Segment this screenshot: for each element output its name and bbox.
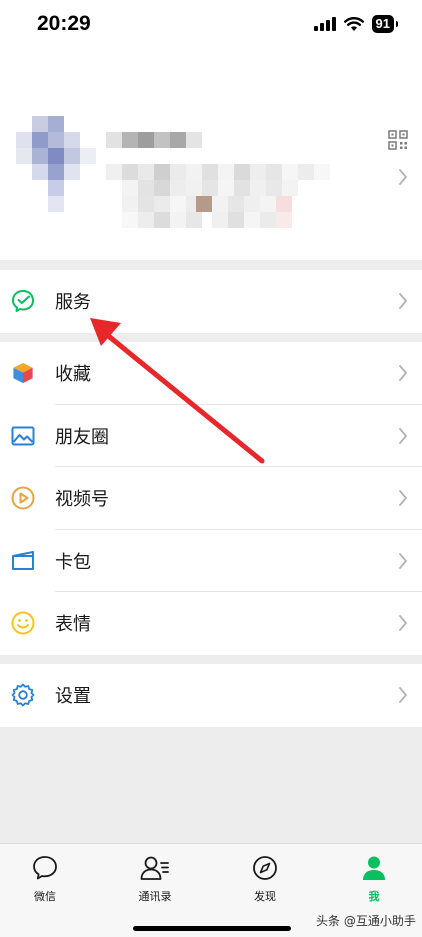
chat-bubble-icon — [0, 852, 95, 884]
tab-contacts[interactable]: 通讯录 — [105, 852, 205, 904]
tab-label: 发现 — [254, 890, 276, 903]
tab-label: 微信 — [34, 890, 56, 903]
tab-chats[interactable]: 微信 — [0, 852, 95, 904]
menu-item-label: 表情 — [55, 614, 91, 636]
wifi-icon — [343, 16, 364, 31]
chevron-right-icon — [399, 365, 407, 382]
chevron-right-icon — [399, 169, 407, 185]
card-wallet-icon — [10, 548, 36, 574]
chevron-right-icon — [399, 687, 407, 704]
favorites-cube-icon — [10, 360, 36, 386]
tab-label: 通讯录 — [138, 890, 172, 903]
menu-item-label: 服务 — [55, 292, 91, 314]
watermark: 头条 @互通小助手 — [316, 914, 416, 928]
chevron-right-icon — [399, 490, 407, 507]
menu-item-label: 朋友圈 — [55, 426, 109, 448]
person-icon — [324, 852, 422, 884]
compass-icon — [215, 852, 315, 884]
channels-play-icon — [10, 485, 36, 511]
tab-label: 我 — [368, 890, 380, 903]
sticker-smile-icon — [10, 610, 36, 636]
home-indicator — [133, 926, 291, 931]
profile-header[interactable] — [0, 52, 422, 260]
battery-indicator: 91 — [371, 15, 399, 33]
menu-item-label: 设置 — [55, 686, 91, 708]
chevron-right-icon — [399, 293, 407, 310]
menu-item-channels[interactable]: 视频号 — [0, 467, 422, 530]
status-time: 20:29 — [37, 12, 91, 35]
menu-item-card-wallet[interactable]: 卡包 — [0, 530, 422, 592]
chevron-right-icon — [399, 427, 407, 444]
tab-me[interactable]: 我 — [324, 852, 422, 904]
menu-item-stickers[interactable]: 表情 — [0, 592, 422, 655]
menu-item-label: 视频号 — [55, 489, 109, 511]
tab-discover[interactable]: 发现 — [215, 852, 315, 904]
menu-item-label: 卡包 — [55, 551, 91, 573]
status-bar: 20:29 91 — [0, 0, 422, 52]
menu-item-favorites[interactable]: 收藏 — [0, 342, 422, 405]
menu-item-services[interactable]: 服务 — [0, 270, 422, 333]
chevron-right-icon — [399, 615, 407, 632]
menu-item-settings[interactable]: 设置 — [0, 664, 422, 727]
cellular-signal-icon — [313, 17, 336, 31]
settings-gear-icon — [10, 682, 36, 708]
service-check-icon — [10, 288, 36, 314]
menu-group-services: 服务 — [0, 270, 422, 333]
contacts-icon — [105, 852, 205, 884]
menu-item-label: 收藏 — [55, 364, 91, 386]
status-icons: 91 — [313, 15, 399, 33]
menu-group-main: 收藏 朋友圈 视频号 卡包 表情 — [0, 342, 422, 655]
chevron-right-icon — [399, 552, 407, 569]
menu-group-settings: 设置 — [0, 664, 422, 727]
qr-code-icon[interactable] — [388, 130, 408, 150]
menu-item-moments[interactable]: 朋友圈 — [0, 405, 422, 467]
moments-image-icon — [10, 423, 36, 449]
